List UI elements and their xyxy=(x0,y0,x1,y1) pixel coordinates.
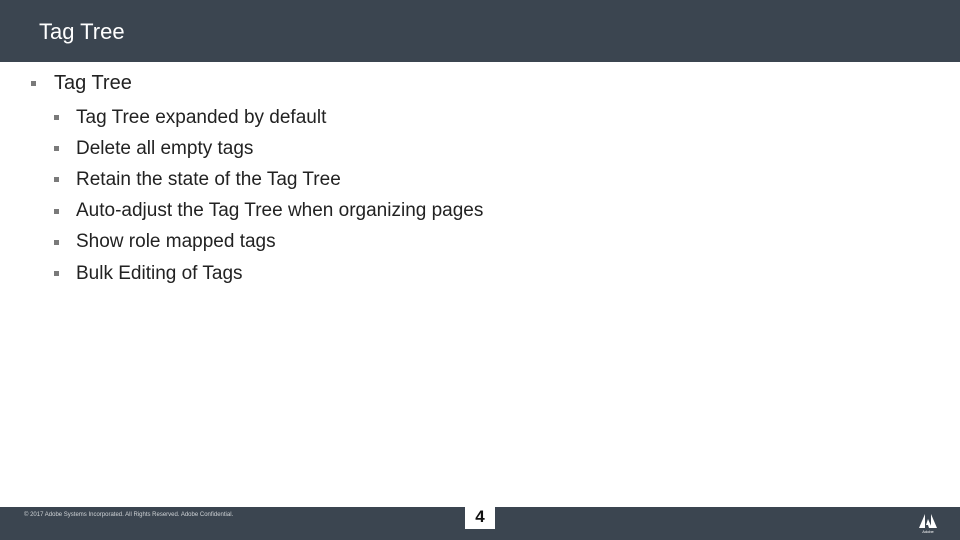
square-bullet-icon xyxy=(31,80,36,86)
sub-bullet-item: Tag Tree expanded by default xyxy=(54,102,483,133)
logo-wordmark: Adobe xyxy=(922,529,934,534)
square-bullet-icon xyxy=(54,271,59,277)
sub-bullet-list: Tag Tree expanded by default Delete all … xyxy=(54,102,483,289)
square-bullet-icon xyxy=(54,177,59,183)
sub-bullet-item: Show role mapped tags xyxy=(54,227,483,258)
sub-bullet-item: Delete all empty tags xyxy=(54,133,483,164)
adobe-logo-icon: Adobe xyxy=(917,512,939,536)
header-bar xyxy=(0,0,960,62)
copyright-text: © 2017 Adobe Systems Incorporated. All R… xyxy=(24,512,234,518)
square-bullet-icon xyxy=(54,208,59,214)
bullet-level1: Tag Tree xyxy=(31,71,132,95)
sub-bullet-text: Auto-adjust the Tag Tree when organizing… xyxy=(76,200,484,222)
square-bullet-icon xyxy=(54,239,59,245)
square-bullet-icon xyxy=(54,146,59,152)
sub-bullet-text: Tag Tree expanded by default xyxy=(76,106,327,128)
square-bullet-icon xyxy=(54,115,59,121)
sub-bullet-text: Retain the state of the Tag Tree xyxy=(76,168,341,190)
sub-bullet-item: Bulk Editing of Tags xyxy=(54,258,483,289)
adobe-logo-mark-icon xyxy=(919,514,937,528)
sub-bullet-text: Delete all empty tags xyxy=(76,137,254,159)
sub-bullet-text: Show role mapped tags xyxy=(76,231,276,253)
bullet-level1-text: Tag Tree xyxy=(54,71,132,94)
sub-bullet-item: Auto-adjust the Tag Tree when organizing… xyxy=(54,196,483,227)
sub-bullet-item: Retain the state of the Tag Tree xyxy=(54,164,483,195)
page-number: 4 xyxy=(475,507,485,526)
slide-title: Tag Tree xyxy=(39,19,125,44)
page-number-box: 4 xyxy=(465,505,495,529)
sub-bullet-text: Bulk Editing of Tags xyxy=(76,262,243,284)
